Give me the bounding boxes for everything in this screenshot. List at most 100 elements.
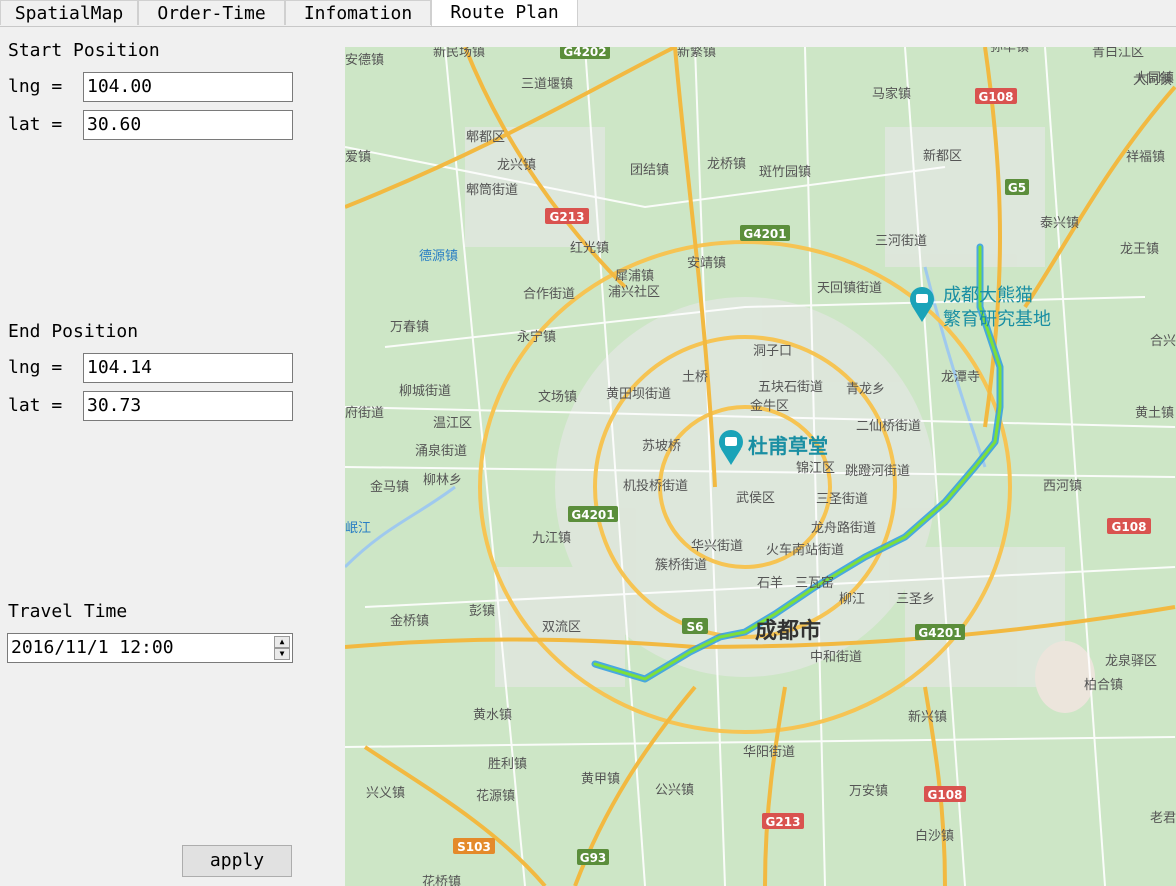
map-label: 花桥镇 [422,874,461,886]
map-label: 柳林乡 [423,473,462,488]
map-label: 青龙乡 [846,382,885,397]
map-label: 金桥镇 [390,613,429,629]
map-label: 九江镇 [532,531,571,546]
map-label: 黄田坝街道 [606,387,671,402]
map-label: 弥牟镇 [990,47,1029,55]
map-label: 爱镇 [345,150,371,165]
start-lng-input[interactable]: 104.00 [83,72,293,102]
map-label: 龙王镇 [1120,242,1159,257]
map-label: 永宁镇 [517,329,556,345]
map-label: 三道堰镇 [521,77,573,92]
map-label: 龙桥镇 [707,157,746,172]
svg-text:G5: G5 [1008,181,1026,195]
tab-bar: SpatialMap Order-Time Infomation Route P… [0,0,1176,27]
map-label: 新民场镇 [433,47,485,60]
poi-label-panda-2: 繁育研究基地 [943,309,1051,330]
map-label: 安德镇 [345,53,384,68]
map-label: 斑竹园镇 [759,165,811,180]
map-label: 兴义镇 [366,786,405,801]
start-lat-label: lat = [8,114,63,135]
highway-shield-g4201: G4201 [740,225,790,241]
map-label: 五块石街道 [758,380,823,395]
map-label: 龙泉驿区 [1105,653,1157,669]
highway-shield-g108: G108 [975,88,1017,104]
tab-infomation[interactable]: Infomation [285,0,431,25]
start-lat-input[interactable]: 30.60 [83,110,293,140]
svg-text:G4202: G4202 [563,47,606,59]
map-label: 青白江区 [1092,47,1144,60]
highway-shield-s6: S6 [682,618,708,634]
poi-label-panda-1: 成都大熊猫 [943,285,1033,306]
tab-route-plan[interactable]: Route Plan [431,0,578,26]
map-label: 苏坡桥 [642,438,681,454]
travel-time-input[interactable]: 2016/11/1 12:00 ▲ ▼ [7,633,293,663]
route-map[interactable]: G4202 G108 G5 G213 G4201 G4201 G108 S6 G… [345,47,1176,886]
highway-shield-g4201: G4201 [915,624,965,640]
highway-shield-g4201: G4201 [568,506,618,522]
map-label: 火车南站街道 [766,542,844,558]
map-label: 胜利镇 [488,757,527,772]
highway-shield-g5: G5 [1005,179,1029,195]
map-label: 三瓦窑 [795,575,834,591]
map-label: 新繁镇 [677,47,716,60]
map-label: 武侯区 [736,491,775,506]
highway-shield-g93: G93 [577,849,609,865]
map-label: 温江区 [433,416,472,431]
svg-text:G108: G108 [1112,520,1147,534]
map-label: 安靖镇 [687,256,726,271]
highway-shield-g213: G213 [762,813,804,829]
map-label: 浦兴社区 [608,284,660,300]
tab-order-time[interactable]: Order-Time [138,0,285,25]
map-label: 双流区 [542,620,581,635]
map-label: 二仙桥街道 [856,419,921,434]
map-label: 万安镇 [849,784,888,799]
svg-text:G108: G108 [979,90,1014,104]
map-label: 天回镇街道 [817,281,882,296]
svg-text:G93: G93 [580,851,607,865]
apply-button[interactable]: apply [182,845,292,877]
highway-shield-g213: G213 [545,208,589,224]
map-label: 花源镇 [476,788,515,804]
poi-label-dufu: 杜甫草堂 [748,434,828,458]
highway-shield-s103: S103 [453,838,495,854]
end-lng-input[interactable]: 104.14 [83,353,293,383]
map-label: 郫筒街道 [466,182,518,198]
svg-text:G213: G213 [766,815,801,829]
svg-text:S103: S103 [457,840,491,854]
map-label: 泰兴镇 [1040,216,1079,231]
svg-text:G4201: G4201 [918,626,961,640]
map-label: 柏合镇 [1084,678,1123,693]
map-label: 白沙镇 [915,828,954,844]
map-label: 机投桥街道 [623,478,688,494]
map-label: 合兴 [1150,334,1176,349]
svg-text:S6: S6 [687,620,704,634]
end-lat-input[interactable]: 30.73 [83,391,293,421]
spin-up-icon[interactable]: ▲ [274,636,290,648]
map-label: 黄土镇 [1135,406,1174,421]
map-label: 红光镇 [570,240,609,256]
tab-spatialmap[interactable]: SpatialMap [0,0,138,25]
map-label: 郫都区 [466,129,505,145]
travel-time-value: 2016/11/1 12:00 [11,637,174,658]
map-label: 金马镇 [370,479,409,495]
end-lat-label: lat = [8,395,63,416]
map-label: 合作街道 [523,287,575,302]
map-label: 涌泉街道 [415,443,467,459]
map-label: 龙舟路街道 [811,520,876,536]
map-label: 金牛区 [750,398,789,414]
map-label: 三圣街道 [816,492,868,507]
map-label: 新都区 [923,148,962,164]
map-label: 中和街道 [810,650,862,665]
map-label: 祥福镇 [1126,150,1165,165]
end-position-title: End Position [8,321,139,342]
travel-time-title: Travel Time [8,601,128,622]
travel-time-spinner[interactable]: ▲ ▼ [274,636,290,662]
map-label: 西河镇 [1043,479,1082,494]
svg-text:G108: G108 [928,788,963,802]
map-label: 三河街道 [875,234,927,249]
map-label: 土桥 [682,370,708,385]
spin-down-icon[interactable]: ▼ [274,648,290,660]
map-label: 犀浦镇 [615,269,654,284]
map-label: 马家镇 [872,86,911,102]
map-label: 石羊 [757,575,783,591]
